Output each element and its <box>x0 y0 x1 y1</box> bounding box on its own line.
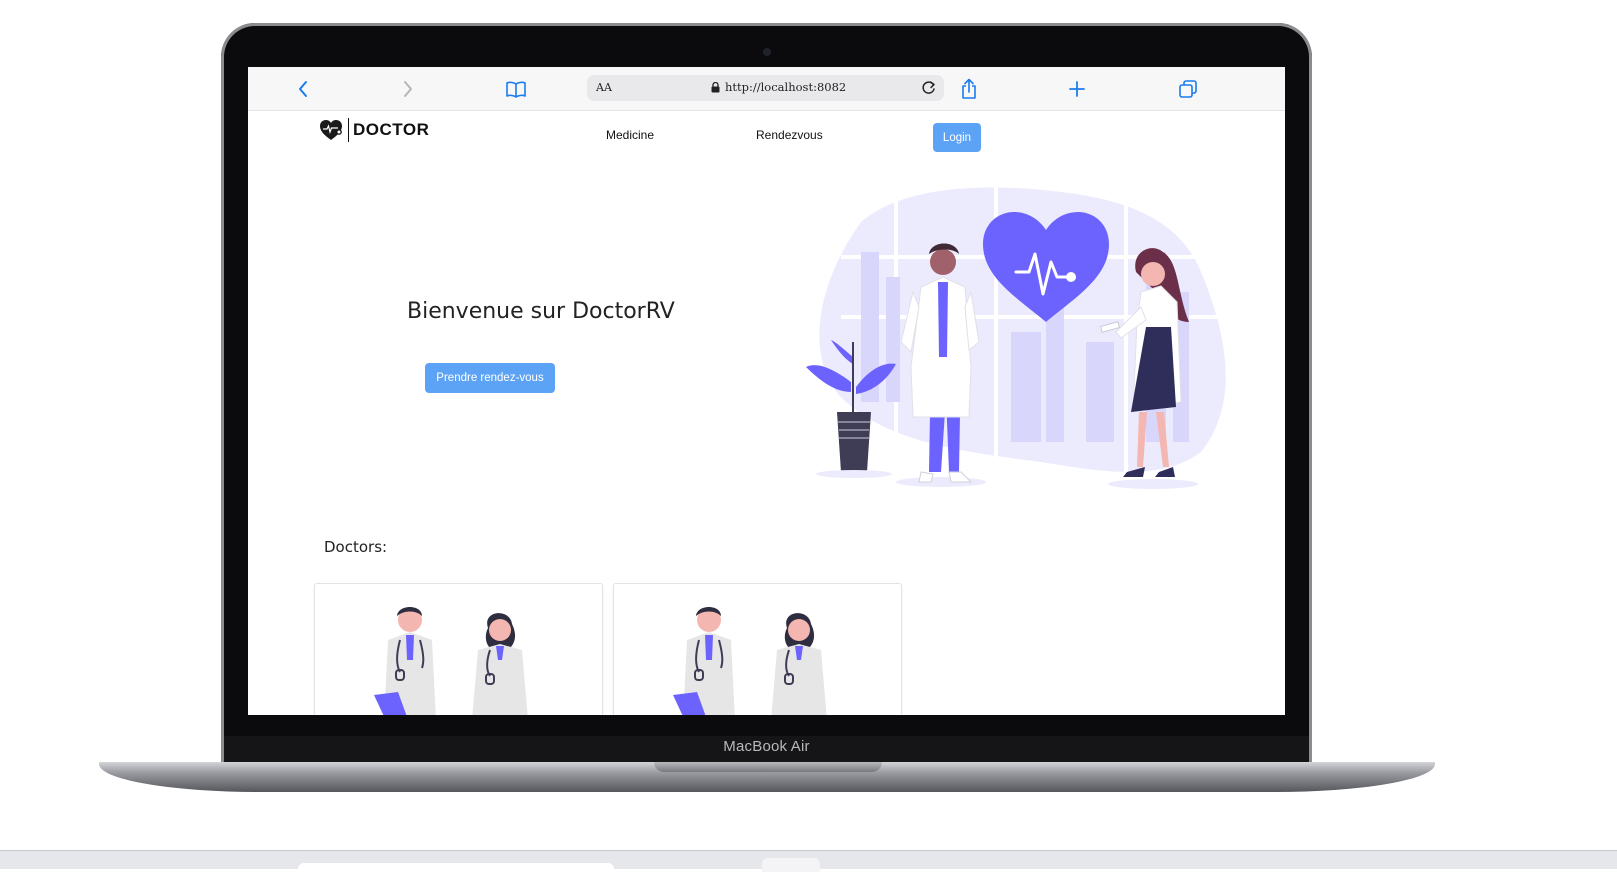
tabs-icon[interactable] <box>1176 77 1200 101</box>
share-icon[interactable] <box>957 77 981 101</box>
doctors-section-title: Doctors: <box>324 538 388 556</box>
doctors-heart-illustration <box>806 187 1231 489</box>
nav-link-rendezvous[interactable]: Rendezvous <box>756 128 823 142</box>
nav-link-medicine[interactable]: Medicine <box>606 128 654 142</box>
lock-icon <box>711 81 720 92</box>
reader-aa-button[interactable]: AA <box>596 81 612 94</box>
brand-name: DOCTOR <box>348 118 429 142</box>
host-taskbar-search[interactable] <box>298 863 614 875</box>
browser-toolbar: AA http://localhost:8082 <box>248 67 1285 111</box>
browser-screen: AA http://localhost:8082 DOCTOR Medicine… <box>248 67 1285 715</box>
url-text: http://localhost:8082 <box>725 80 847 94</box>
heart-stethoscope-logo-icon <box>320 120 342 140</box>
host-taskbar-tab[interactable] <box>762 858 820 872</box>
back-icon[interactable] <box>291 77 315 101</box>
reload-icon[interactable] <box>920 79 938 97</box>
doctor-card-illustration <box>374 607 528 715</box>
bookmarks-icon[interactable] <box>504 77 528 101</box>
address-bar[interactable]: AA http://localhost:8082 <box>587 75 944 101</box>
laptop-hinge-notch <box>654 762 882 772</box>
forward-icon[interactable] <box>396 77 420 101</box>
camera-icon <box>763 48 771 56</box>
doctor-card-illustration <box>673 607 827 715</box>
new-tab-icon[interactable] <box>1065 77 1089 101</box>
site-logo[interactable]: DOCTOR <box>318 117 429 143</box>
doctor-card[interactable] <box>314 583 603 715</box>
book-appointment-button[interactable]: Prendre rendez-vous <box>425 363 555 393</box>
doctor-card[interactable] <box>613 583 902 715</box>
device-model-label: MacBook Air <box>723 738 810 755</box>
hero-title: Bienvenue sur DoctorRV <box>407 299 675 324</box>
login-button[interactable]: Login <box>933 123 981 152</box>
